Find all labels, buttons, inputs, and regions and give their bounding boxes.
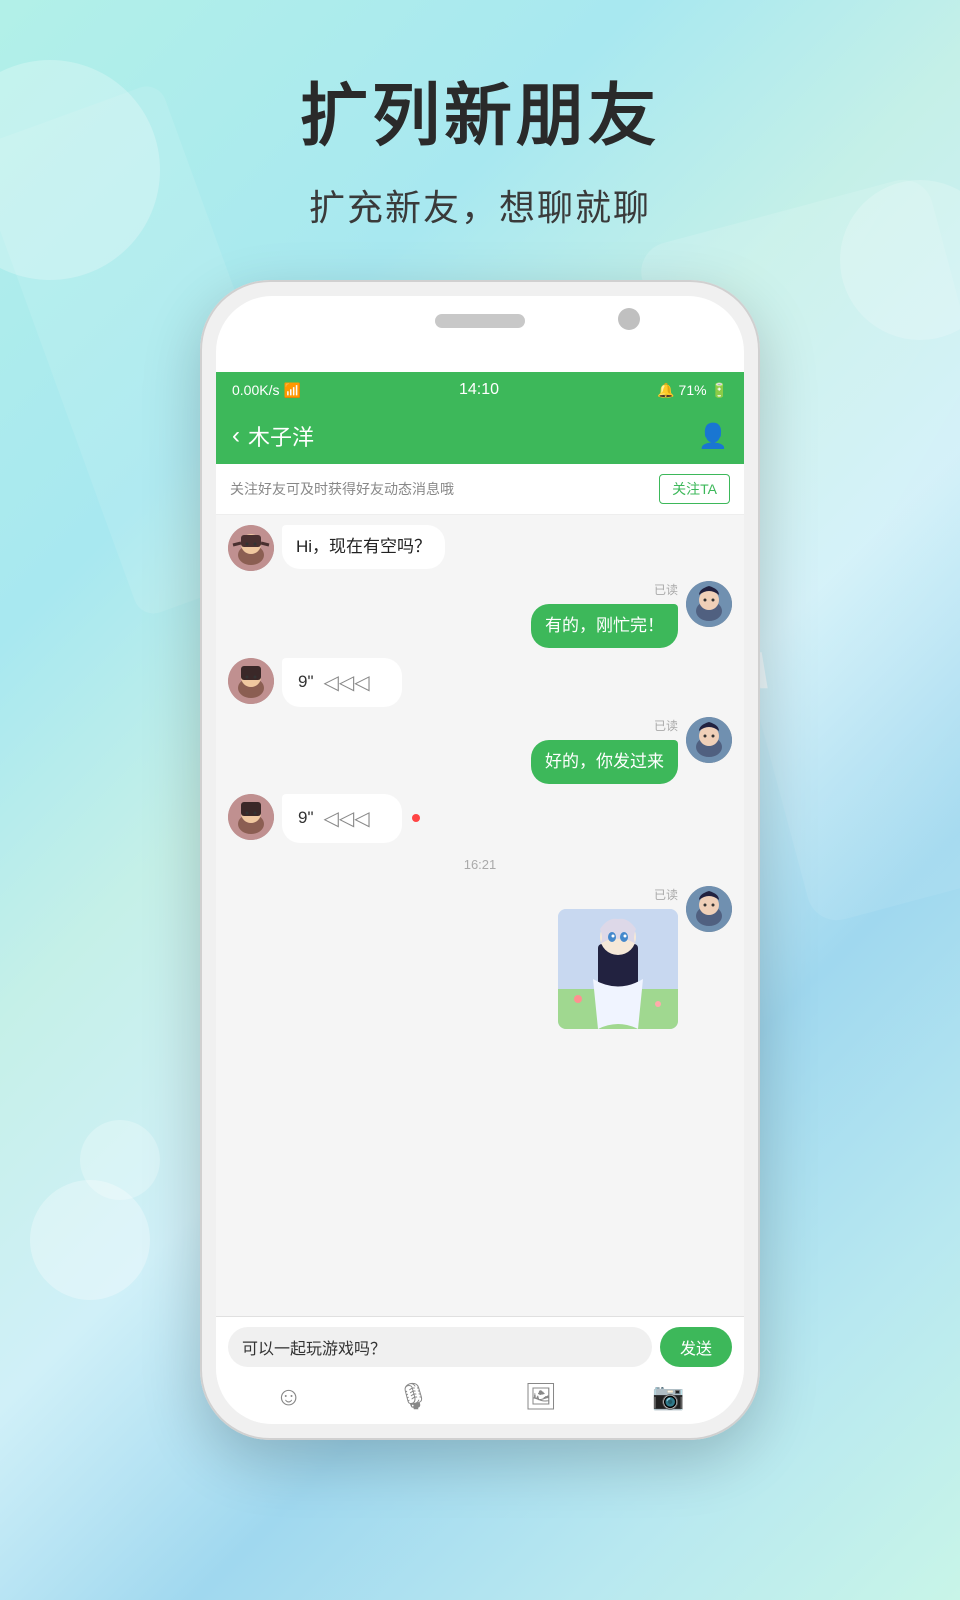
back-button[interactable]: ‹ — [232, 422, 240, 450]
time-separator: 16:21 — [228, 857, 732, 872]
bell-icon: 🔔 — [657, 382, 674, 399]
message-3: 9" ◁◁◁ — [228, 658, 732, 707]
input-bar: 可以一起玩游戏吗？ 发送 ☺ 🎙 🖼 📷 — [216, 1316, 744, 1424]
read-label-4: 已读 — [654, 717, 678, 734]
voice-wave-icon-5: ◁◁◁ — [324, 806, 370, 831]
message-input[interactable]: 可以一起玩游戏吗？ — [228, 1327, 652, 1367]
bubble-2: 有的，刚忙完！ — [531, 604, 678, 648]
voice-wave-icon-3: ◁◁◁ — [324, 670, 370, 695]
bubble-1: Hi，现在有空吗？ — [282, 525, 445, 569]
avatar-self-3 — [686, 886, 732, 932]
avatar-self-1 — [686, 581, 732, 627]
profile-icon[interactable]: 👤 — [698, 422, 728, 451]
voice-bubble-3[interactable]: 9" ◁◁◁ — [282, 658, 402, 707]
microphone-icon[interactable]: 🎙 — [397, 1381, 430, 1412]
battery-percent: 71% — [679, 382, 707, 398]
network-speed: 0.00K/s — [232, 382, 279, 398]
emoji-icon[interactable]: ☺ — [275, 1381, 302, 1412]
follow-banner: 关注好友可及时获得好友动态消息哦 关注TA — [216, 464, 744, 515]
contact-name: 木子洋 — [248, 420, 698, 452]
unread-dot — [412, 814, 420, 822]
status-left: 0.00K/s 📶 — [232, 382, 301, 399]
chat-area: Hi，现在有空吗？ — [216, 515, 744, 1316]
phone-camera — [618, 308, 640, 330]
send-button[interactable]: 发送 — [660, 1327, 732, 1367]
follow-button[interactable]: 关注TA — [659, 474, 730, 504]
bubble-4: 好的，你发过来 — [531, 740, 678, 784]
voice-duration-3: 9" — [298, 672, 314, 692]
read-label-7: 已读 — [654, 886, 678, 903]
camera-icon[interactable]: 📷 — [652, 1381, 684, 1412]
main-title: 扩列新朋友 — [0, 60, 960, 159]
message-1: Hi，现在有空吗？ — [228, 525, 732, 571]
header-area: 扩列新朋友 扩充新友，想聊就聊 — [0, 60, 960, 231]
status-time: 14:10 — [459, 381, 499, 399]
screen: 0.00K/s 📶 14:10 🔔 71% 🔋 ‹ 木子洋 👤 — [216, 372, 744, 1424]
status-right: 🔔 71% 🔋 — [657, 382, 728, 399]
image-bubble-7 — [558, 909, 678, 1029]
deco-circle-4 — [80, 1120, 160, 1200]
toolbar-row: ☺ 🎙 🖼 📷 — [228, 1377, 732, 1414]
phone-speaker — [435, 314, 525, 328]
sub-title: 扩充新友，想聊就聊 — [0, 179, 960, 231]
avatar-other-2 — [228, 658, 274, 704]
message-2: 已读 有的，刚忙完！ — [228, 581, 732, 648]
title-bar: ‹ 木子洋 👤 — [216, 408, 744, 464]
message-4: 已读 好的，你发过来 — [228, 717, 732, 784]
message-7: 已读 — [228, 886, 732, 1029]
input-row: 可以一起玩游戏吗？ 发送 — [228, 1327, 732, 1367]
wifi-icon: 📶 — [283, 382, 300, 399]
avatar-other-1 — [228, 525, 274, 571]
voice-bubble-5[interactable]: 9" ◁◁◁ — [282, 794, 402, 843]
phone-container: 0.00K/s 📶 14:10 🔔 71% 🔋 ‹ 木子洋 👤 — [200, 280, 760, 1440]
battery-icon: 🔋 — [711, 382, 728, 399]
follow-text: 关注好友可及时获得好友动态消息哦 — [230, 479, 454, 499]
status-bar: 0.00K/s 📶 14:10 🔔 71% 🔋 — [216, 372, 744, 408]
voice-duration-5: 9" — [298, 808, 314, 828]
phone-outer: 0.00K/s 📶 14:10 🔔 71% 🔋 ‹ 木子洋 👤 — [200, 280, 760, 1440]
avatar-other-3 — [228, 794, 274, 840]
image-icon[interactable]: 🖼 — [524, 1381, 557, 1412]
read-label-2: 已读 — [654, 581, 678, 598]
phone-screen-frame: 0.00K/s 📶 14:10 🔔 71% 🔋 ‹ 木子洋 👤 — [216, 296, 744, 1424]
message-5: 9" ◁◁◁ — [228, 794, 732, 843]
avatar-self-2 — [686, 717, 732, 763]
